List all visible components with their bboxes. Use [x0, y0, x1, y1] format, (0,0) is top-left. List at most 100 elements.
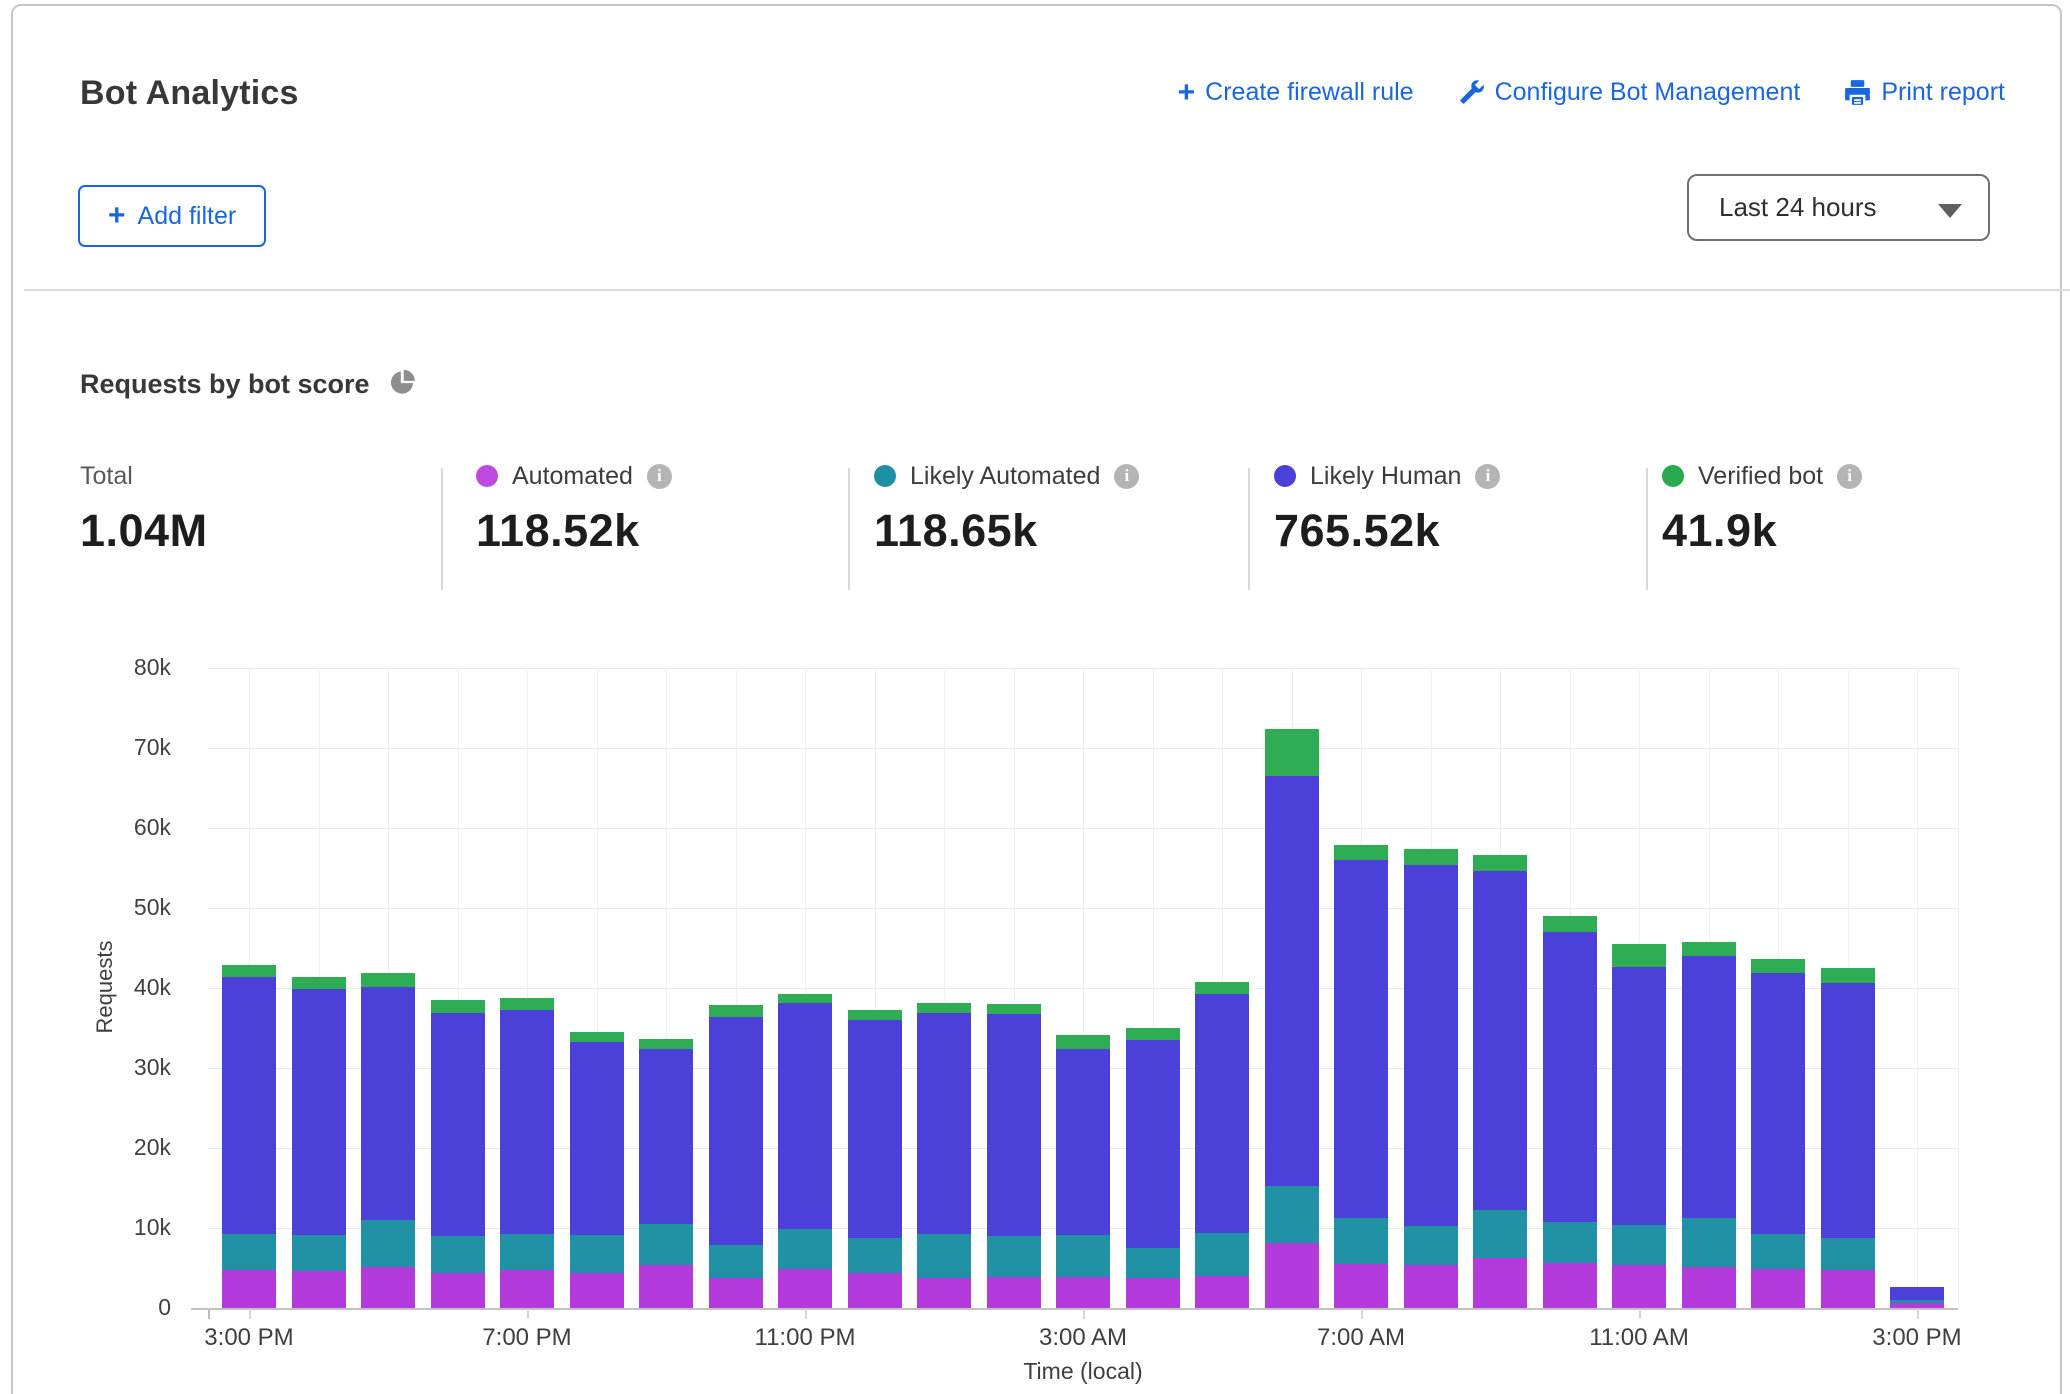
bar-segment-likely-automated[interactable]: [1265, 1186, 1319, 1243]
bar-segment-likely-automated[interactable]: [917, 1234, 971, 1278]
bar-segment-likely-automated[interactable]: [1404, 1226, 1458, 1264]
bar-segment-likely-automated[interactable]: [1195, 1233, 1249, 1276]
bar-segment-automated[interactable]: [639, 1265, 693, 1308]
bar-segment-likely-automated[interactable]: [639, 1224, 693, 1265]
bar-segment-automated[interactable]: [431, 1273, 485, 1308]
bar-segment-automated[interactable]: [570, 1273, 624, 1308]
bar-segment-likely-automated[interactable]: [709, 1245, 763, 1278]
bar-segment-automated[interactable]: [848, 1273, 902, 1308]
bar-segment-automated[interactable]: [1473, 1258, 1527, 1308]
bar-segment-likely-human[interactable]: [1334, 860, 1388, 1218]
bar-segment-verified-bot[interactable]: [1682, 942, 1736, 956]
bar-segment-likely-automated[interactable]: [987, 1236, 1041, 1277]
bar-segment-automated[interactable]: [1334, 1264, 1388, 1308]
bar-segment-verified-bot[interactable]: [1195, 982, 1249, 994]
bar-segment-verified-bot[interactable]: [1543, 916, 1597, 932]
bar-segment-likely-automated[interactable]: [431, 1236, 485, 1273]
bar-segment-likely-automated[interactable]: [570, 1235, 624, 1273]
bar-segment-likely-human[interactable]: [917, 1013, 971, 1235]
bar-segment-verified-bot[interactable]: [778, 994, 832, 1003]
bar-segment-likely-human[interactable]: [778, 1003, 832, 1229]
bar-segment-automated[interactable]: [1056, 1277, 1110, 1308]
bot-analytics-page: Bot Analytics + Create firewall rule Con…: [0, 0, 2070, 1394]
bar-segment-likely-automated[interactable]: [1126, 1248, 1180, 1278]
bar-segment-verified-bot[interactable]: [570, 1032, 624, 1042]
bar-segment-likely-human[interactable]: [639, 1049, 693, 1224]
bar-segment-likely-automated[interactable]: [361, 1220, 415, 1267]
bar-segment-automated[interactable]: [1612, 1265, 1666, 1308]
bar-segment-automated[interactable]: [987, 1277, 1041, 1308]
bar-segment-likely-human[interactable]: [1751, 973, 1805, 1234]
bar-segment-likely-human[interactable]: [1265, 776, 1319, 1186]
bar-segment-likely-human[interactable]: [987, 1014, 1041, 1236]
bar-segment-verified-bot[interactable]: [500, 998, 554, 1010]
bar-segment-verified-bot[interactable]: [987, 1004, 1041, 1014]
bar-segment-verified-bot[interactable]: [1265, 729, 1319, 776]
bar-segment-likely-human[interactable]: [1612, 967, 1666, 1225]
bar-segment-automated[interactable]: [1404, 1265, 1458, 1308]
bar-segment-likely-automated[interactable]: [1056, 1235, 1110, 1277]
bar-segment-automated[interactable]: [222, 1270, 276, 1308]
bar-segment-automated[interactable]: [709, 1278, 763, 1308]
bar-segment-verified-bot[interactable]: [1612, 944, 1666, 967]
bar-segment-likely-human[interactable]: [1890, 1287, 1944, 1300]
bar-segment-likely-automated[interactable]: [1821, 1238, 1875, 1271]
bar-segment-verified-bot[interactable]: [1126, 1028, 1180, 1040]
bar-segment-likely-human[interactable]: [1682, 956, 1736, 1218]
bar-segment-automated[interactable]: [917, 1278, 971, 1308]
bar-segment-verified-bot[interactable]: [1473, 855, 1527, 871]
bar-segment-verified-bot[interactable]: [639, 1039, 693, 1049]
bar-segment-likely-automated[interactable]: [1682, 1218, 1736, 1267]
bar-segment-automated[interactable]: [1682, 1267, 1736, 1308]
bar-segment-likely-human[interactable]: [500, 1010, 554, 1234]
bar-segment-verified-bot[interactable]: [1821, 968, 1875, 983]
bar-segment-automated[interactable]: [1751, 1269, 1805, 1308]
bar-segment-likely-human[interactable]: [570, 1042, 624, 1236]
bar-segment-verified-bot[interactable]: [848, 1010, 902, 1020]
bar-segment-likely-automated[interactable]: [500, 1234, 554, 1270]
bar-segment-likely-human[interactable]: [848, 1020, 902, 1238]
bar-segment-likely-human[interactable]: [1056, 1049, 1110, 1235]
bar-segment-likely-automated[interactable]: [1890, 1300, 1944, 1303]
bar-segment-likely-automated[interactable]: [222, 1234, 276, 1270]
bar-segment-automated[interactable]: [292, 1271, 346, 1308]
bar-segment-verified-bot[interactable]: [1751, 959, 1805, 973]
bar-segment-likely-human[interactable]: [431, 1013, 485, 1236]
bar-segment-verified-bot[interactable]: [292, 977, 346, 989]
bar-segment-likely-human[interactable]: [1126, 1040, 1180, 1248]
bar-segment-verified-bot[interactable]: [431, 1000, 485, 1013]
bar-segment-verified-bot[interactable]: [1056, 1035, 1110, 1049]
x-axis-tick-label: 7:00 AM: [1281, 1324, 1441, 1352]
bar-segment-automated[interactable]: [778, 1269, 832, 1308]
bar-segment-likely-automated[interactable]: [1473, 1210, 1527, 1258]
bar-segment-likely-human[interactable]: [1543, 932, 1597, 1222]
bar-segment-likely-human[interactable]: [1195, 994, 1249, 1233]
bar-segment-automated[interactable]: [1195, 1276, 1249, 1308]
bar-segment-likely-human[interactable]: [222, 977, 276, 1234]
bar-segment-automated[interactable]: [1126, 1278, 1180, 1308]
bar-segment-likely-human[interactable]: [1821, 983, 1875, 1237]
bar-segment-likely-automated[interactable]: [1543, 1222, 1597, 1263]
bar-segment-verified-bot[interactable]: [917, 1003, 971, 1013]
bar-segment-likely-automated[interactable]: [292, 1235, 346, 1271]
bar-segment-likely-human[interactable]: [1473, 871, 1527, 1210]
bar-segment-verified-bot[interactable]: [222, 965, 276, 977]
bar-segment-verified-bot[interactable]: [1404, 849, 1458, 865]
bar-segment-automated[interactable]: [500, 1270, 554, 1308]
bar-segment-likely-automated[interactable]: [848, 1238, 902, 1273]
bar-segment-likely-automated[interactable]: [1612, 1225, 1666, 1265]
bar-segment-likely-automated[interactable]: [778, 1229, 832, 1269]
bar-segment-likely-human[interactable]: [292, 989, 346, 1235]
bar-segment-verified-bot[interactable]: [1334, 845, 1388, 860]
bar-segment-likely-automated[interactable]: [1334, 1218, 1388, 1264]
bar-segment-automated[interactable]: [1543, 1263, 1597, 1308]
bar-segment-automated[interactable]: [1821, 1270, 1875, 1308]
bar-segment-likely-human[interactable]: [361, 987, 415, 1220]
bar-segment-automated[interactable]: [361, 1267, 415, 1308]
bar-segment-verified-bot[interactable]: [709, 1005, 763, 1017]
bar-segment-likely-automated[interactable]: [1751, 1234, 1805, 1269]
bar-segment-likely-human[interactable]: [1404, 865, 1458, 1227]
bar-segment-automated[interactable]: [1265, 1243, 1319, 1308]
bar-segment-verified-bot[interactable]: [361, 973, 415, 987]
bar-segment-likely-human[interactable]: [709, 1017, 763, 1245]
